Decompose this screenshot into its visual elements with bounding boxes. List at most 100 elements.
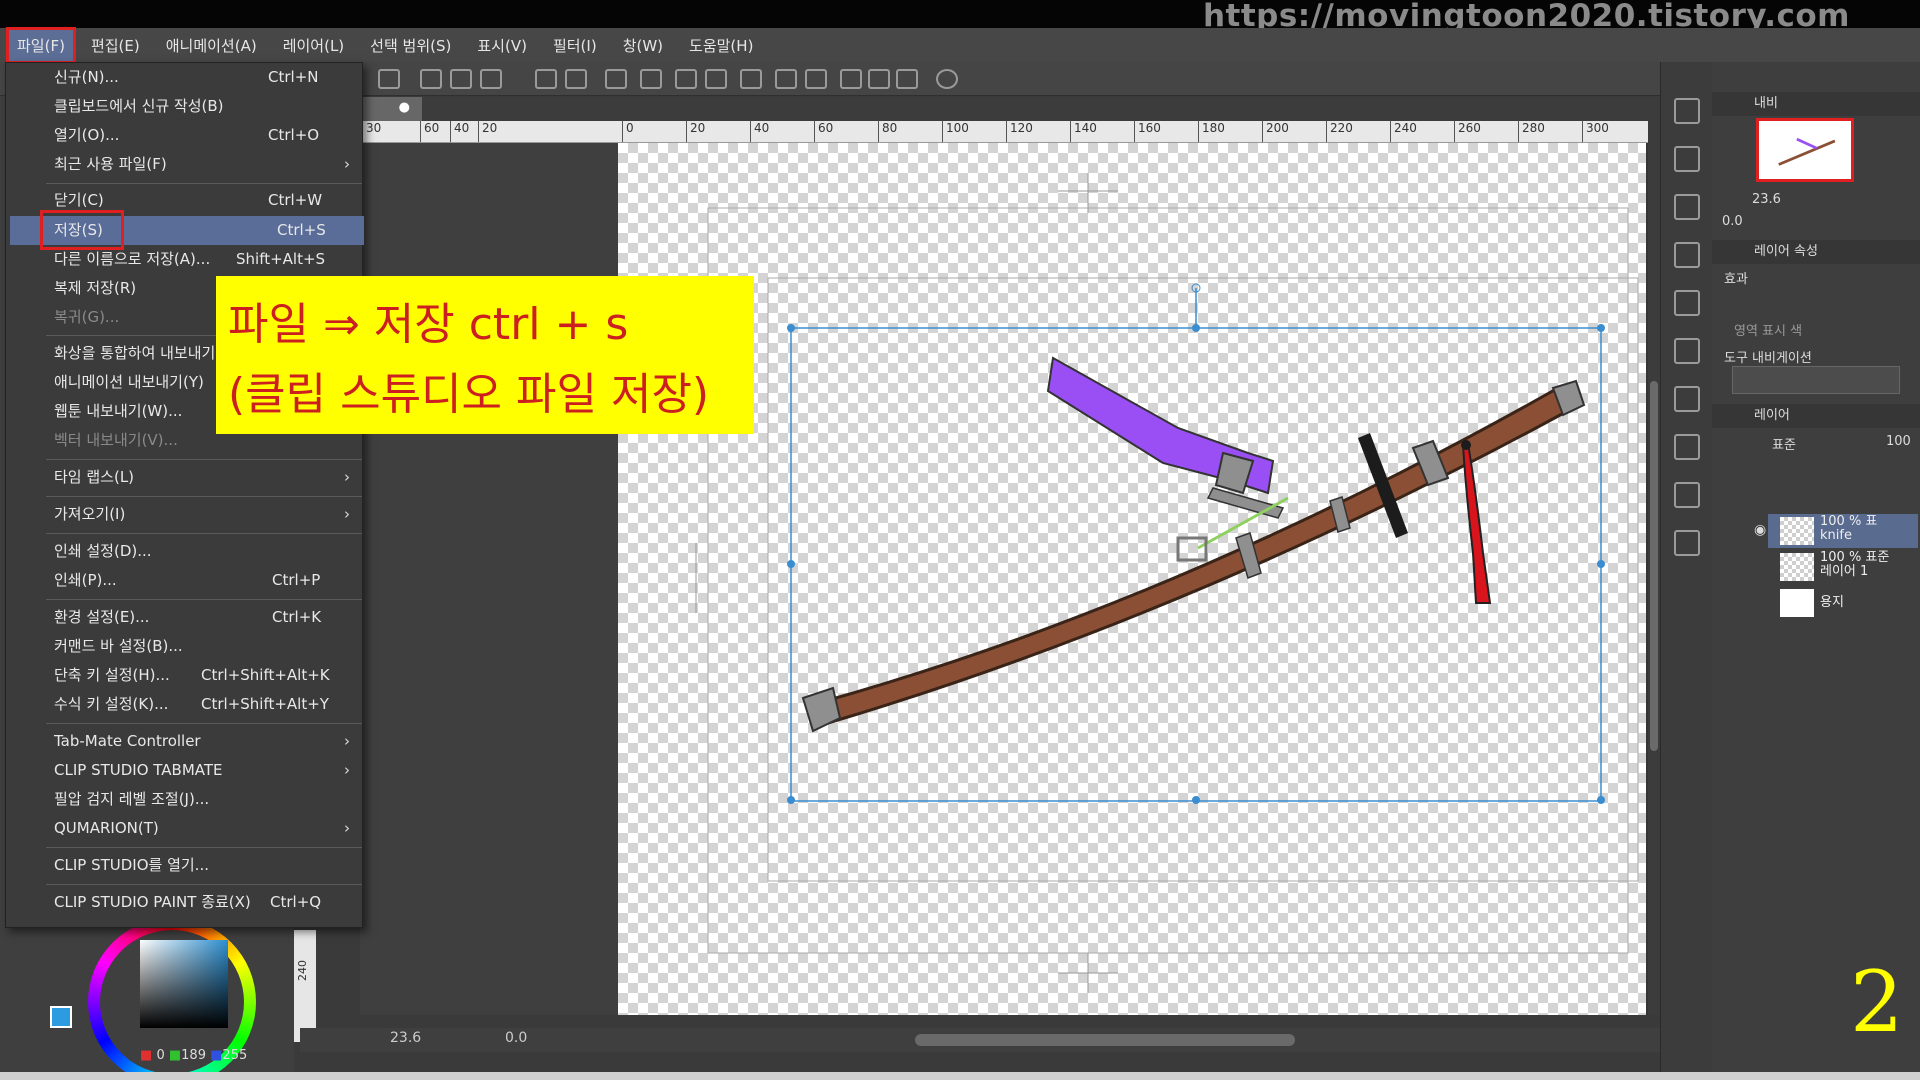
- menu-item-open[interactable]: 열기(O)... Ctrl+O: [6, 121, 362, 150]
- blue-marker: ■: [210, 1048, 223, 1063]
- snap-special-icon[interactable]: [896, 69, 918, 89]
- menu-item-modifier-settings[interactable]: 수식 키 설정(K)... Ctrl+Shift+Alt+Y: [6, 690, 362, 719]
- undo-icon[interactable]: [535, 69, 557, 89]
- canvas-paper[interactable]: [618, 143, 1646, 1015]
- navigator-header: 내비: [1712, 92, 1920, 116]
- history-icon[interactable]: [1674, 434, 1700, 460]
- snapshot-icon[interactable]: [1674, 482, 1700, 508]
- ruler-tick: 120: [1006, 121, 1033, 142]
- menu-item-print[interactable]: 인쇄(P)... Ctrl+P: [6, 566, 362, 595]
- main-color-swatch[interactable]: [50, 1006, 72, 1028]
- transform-handle[interactable]: [787, 796, 795, 804]
- horizontal-scrollbar[interactable]: [915, 1034, 1295, 1046]
- deselect-icon[interactable]: [805, 69, 827, 89]
- snap-grid-icon[interactable]: [868, 69, 890, 89]
- eye-icon[interactable]: ◉: [1754, 522, 1766, 538]
- transform-handle[interactable]: [1597, 560, 1605, 568]
- open-file-icon[interactable]: [450, 69, 472, 89]
- new-file-icon[interactable]: [420, 69, 442, 89]
- invert-icon[interactable]: [775, 69, 797, 89]
- document-icon[interactable]: [1674, 290, 1700, 316]
- menu-separator: [46, 884, 362, 885]
- sub-view-icon[interactable]: [1674, 338, 1700, 364]
- menu-item-preferences[interactable]: 환경 설정(E)... Ctrl+K: [6, 603, 362, 632]
- layer-row-layer1[interactable]: 100 % 표준 레이어 1: [1768, 550, 1918, 584]
- tool-nav-button[interactable]: [1732, 366, 1900, 394]
- menu-item-recent[interactable]: 최근 사용 파일(F) ›: [6, 150, 362, 179]
- transform-handle[interactable]: [1597, 796, 1605, 804]
- transform-handle[interactable]: [787, 560, 795, 568]
- redo-icon[interactable]: [565, 69, 587, 89]
- color-square[interactable]: [140, 940, 228, 1028]
- menu-item-tabmate-controller[interactable]: Tab-Mate Controller ›: [6, 727, 362, 756]
- figure-icon[interactable]: [1674, 530, 1700, 556]
- layer-name-text: 용지: [1820, 595, 1844, 610]
- selection-icon[interactable]: [740, 69, 762, 89]
- canvas-vertical-scrollbar[interactable]: [1648, 121, 1660, 1015]
- green-value: 189: [181, 1048, 206, 1063]
- download-icon[interactable]: [1674, 386, 1700, 412]
- menu-item-qumarion[interactable]: QUMARION(T) ›: [6, 814, 362, 843]
- effect-label: 효과: [1724, 272, 1748, 287]
- clear-icon[interactable]: [605, 69, 627, 89]
- menu-item-import[interactable]: 가져오기(I) ›: [6, 500, 362, 529]
- material-icon[interactable]: [1674, 98, 1700, 124]
- navigator-angle[interactable]: 0.0: [1722, 214, 1743, 229]
- menu-window[interactable]: 창(W): [614, 29, 672, 62]
- palette-icon[interactable]: [1674, 242, 1700, 268]
- menu-item-open-clip-studio[interactable]: CLIP STUDIO를 열기...: [6, 851, 362, 880]
- clip-studio-icon[interactable]: [378, 69, 400, 89]
- opacity-value[interactable]: 100: [1886, 434, 1911, 449]
- bottom-status: [0, 1072, 1920, 1080]
- menu-view[interactable]: 표시(V): [468, 29, 536, 62]
- transform-handle[interactable]: [1192, 796, 1200, 804]
- menu-item-clip-tabmate[interactable]: CLIP STUDIO TABMATE ›: [6, 756, 362, 785]
- chevron-right-icon: ›: [344, 819, 350, 837]
- save-icon[interactable]: [480, 69, 502, 89]
- layer-panel-label: 레이어: [1754, 408, 1790, 423]
- thumbnail-art: [1778, 137, 1836, 166]
- ruler-tick: 280: [1518, 121, 1545, 142]
- close-icon[interactable]: [1674, 194, 1700, 220]
- menu-filter[interactable]: 필터(I): [544, 29, 606, 62]
- menu-edit[interactable]: 편집(E): [82, 29, 149, 62]
- layer-info: 용지: [1820, 596, 1844, 610]
- zoom-value[interactable]: 23.6: [390, 1030, 421, 1046]
- navigator-thumbnail[interactable]: [1756, 118, 1854, 182]
- menu-item-new-from-clipboard[interactable]: 클립보드에서 신규 작성(B): [6, 92, 362, 121]
- layer-name-text: 레이어 1: [1820, 564, 1869, 579]
- layer-row-knife[interactable]: ◉ 100 % 표 knife: [1754, 514, 1918, 548]
- menu-selection[interactable]: 선택 범위(S): [361, 29, 460, 62]
- menu-item-timelapse[interactable]: 타임 랩스(L) ›: [6, 463, 362, 492]
- canvas-area[interactable]: [360, 143, 1650, 1015]
- fill-icon[interactable]: [640, 69, 662, 89]
- menu-item-shortcut-settings[interactable]: 단축 키 설정(H)... Ctrl+Shift+Alt+K: [6, 661, 362, 690]
- menu-file[interactable]: 파일(F): [6, 26, 76, 64]
- rotation-value[interactable]: 0.0: [505, 1030, 527, 1046]
- crop-icon[interactable]: [705, 69, 727, 89]
- blend-mode-select[interactable]: 표준: [1772, 434, 1796, 453]
- tool-nav-label: 도구 내비게이션: [1724, 351, 1812, 366]
- menu-item-print-settings[interactable]: 인쇄 설정(D)...: [6, 537, 362, 566]
- menu-item-pen-pressure[interactable]: 필압 검지 레벨 조절(J)...: [6, 785, 362, 814]
- transform-handle[interactable]: [1597, 324, 1605, 332]
- clip-studio-window: https://movingtoon2020.tistory.com 파일(F)…: [0, 0, 1920, 1080]
- menu-separator: [46, 183, 362, 184]
- cord-knot: [1461, 440, 1471, 450]
- layer-row-paper[interactable]: 용지: [1768, 586, 1918, 620]
- menu-animation[interactable]: 애니메이션(A): [157, 29, 266, 62]
- menu-layer[interactable]: 레이어(L): [274, 29, 353, 62]
- menu-item-new[interactable]: 신규(N)... Ctrl+N: [6, 63, 362, 92]
- transform-icon[interactable]: [675, 69, 697, 89]
- scroll-thumb[interactable]: [1650, 381, 1658, 751]
- ruler-tick: 20: [478, 121, 497, 142]
- canvas-tab[interactable]: ●: [360, 97, 422, 121]
- snap-ruler-icon[interactable]: [840, 69, 862, 89]
- menu-item-command-bar-settings[interactable]: 커맨드 바 설정(B)...: [6, 632, 362, 661]
- camera-icon[interactable]: [1674, 146, 1700, 172]
- transform-handle[interactable]: [787, 324, 795, 332]
- navigator-zoom[interactable]: 23.6: [1752, 192, 1781, 207]
- menu-help[interactable]: 도움말(H): [680, 29, 762, 62]
- help-icon[interactable]: [936, 69, 958, 89]
- menu-item-exit[interactable]: CLIP STUDIO PAINT 종료(X) Ctrl+Q: [6, 888, 362, 917]
